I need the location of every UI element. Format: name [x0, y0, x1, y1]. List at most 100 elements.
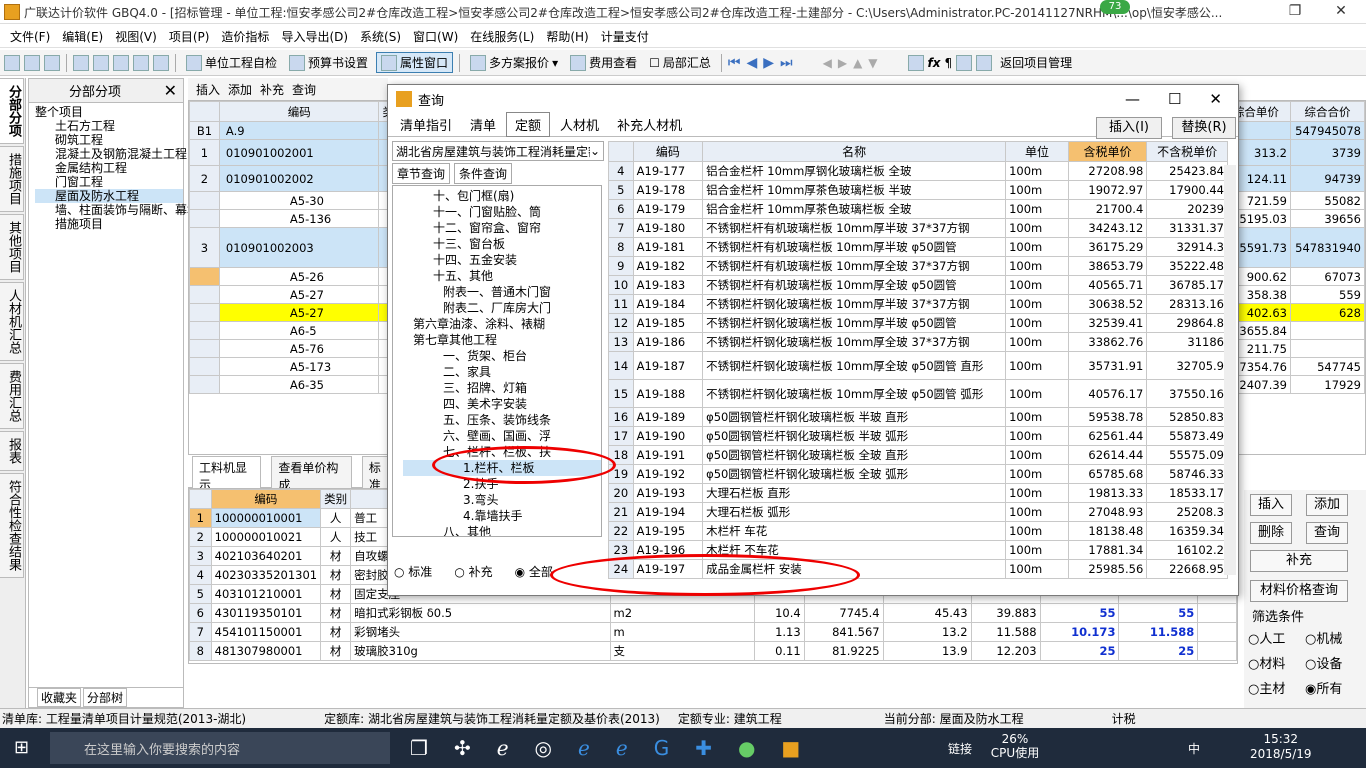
nav-arrows-icon[interactable]: ⏮◀▶⏭	[728, 55, 799, 71]
tree-item[interactable]: 措施项目	[35, 217, 183, 231]
row-name[interactable]: 大理石栏板 弧形	[702, 502, 1007, 522]
row-code[interactable]: A19-177	[632, 161, 704, 181]
tree-item[interactable]: 土石方工程	[35, 119, 183, 133]
library-select[interactable]: 湖北省房屋建筑与装饰工程消耗量定额 ⌄	[392, 141, 604, 161]
open-icon[interactable]	[24, 54, 40, 71]
favorites-tab[interactable]: 收藏夹	[37, 688, 82, 707]
chapter-tree-item[interactable]: 五、压条、装饰线条	[403, 412, 601, 428]
row-value[interactable]: 0.11	[754, 641, 805, 661]
notification-badge[interactable]: 73	[1100, 0, 1130, 14]
copy-icon[interactable]	[93, 54, 109, 71]
restore-icon[interactable]: ❐	[1272, 0, 1318, 24]
calculator-icon[interactable]	[907, 54, 924, 71]
row-name[interactable]: 大理石栏板 直形	[702, 483, 1007, 503]
row-notax-price[interactable]: 16359.34	[1146, 521, 1228, 541]
menu-item[interactable]: 造价指标	[215, 28, 275, 45]
clock[interactable]: 15:32 2018/5/19	[1250, 732, 1312, 762]
row-notax-price[interactable]: 20239	[1146, 199, 1228, 219]
row-notax-price[interactable]: 16102.2	[1146, 540, 1228, 560]
row-unit[interactable]: 100m	[1005, 445, 1069, 465]
row-notax-price[interactable]: 29864.8	[1146, 313, 1228, 333]
table-row[interactable]: 22 A19-195 木栏杆 车花 100m 18138.48 16359.34	[608, 521, 1228, 541]
chapter-tree-item[interactable]: 二、家具	[403, 364, 601, 380]
row-code[interactable]: A5-26	[218, 267, 380, 286]
row-unit[interactable]: 100m	[1005, 237, 1069, 257]
row-unit[interactable]: 支	[609, 641, 756, 661]
row-tax-price[interactable]: 40565.71	[1067, 275, 1148, 295]
row-type[interactable]: 材	[320, 603, 352, 623]
grid-scrollbar[interactable]	[1224, 165, 1236, 575]
col-type-header[interactable]: 类别	[320, 489, 352, 509]
taskbar-link[interactable]: 链接	[948, 740, 972, 757]
cube-icon[interactable]	[956, 54, 973, 71]
chapter-tree-item[interactable]: 三、招牌、灯箱	[403, 380, 601, 396]
delete-icon[interactable]	[133, 54, 149, 71]
left-tab[interactable]: 费用汇总	[0, 363, 24, 429]
table-row[interactable]: 12 A19-185 不锈钢栏杆钢化玻璃栏板 10mm厚半玻 φ50圆管 100m 32…	[608, 313, 1228, 333]
col-code-header[interactable]: 编码	[632, 141, 704, 162]
row-price[interactable]: 11.588	[1118, 622, 1199, 642]
row-tax-price[interactable]: 34243.12	[1067, 218, 1148, 238]
row-total[interactable]: 94739	[1289, 165, 1366, 192]
row-code[interactable]: A19-187	[632, 351, 704, 380]
row-tax-price[interactable]: 27048.93	[1067, 502, 1148, 522]
chapter-tree-item[interactable]: 八、其他	[403, 524, 601, 536]
tree-item[interactable]: 整个项目	[35, 105, 183, 119]
row-unit[interactable]: 100m	[1005, 540, 1069, 560]
row-code[interactable]: 010901002003	[218, 227, 380, 268]
row-code[interactable]: A19-179	[632, 199, 704, 219]
row-value[interactable]: 39.883	[970, 603, 1041, 623]
chapter-tree-item[interactable]: 第六章油漆、涂料、裱糊	[403, 316, 601, 332]
new-icon[interactable]	[4, 54, 20, 71]
table-row[interactable]: 9 A19-182 不锈钢栏杆有机玻璃栏板 10mm厚全玻 37*37方钢 100m 3…	[608, 256, 1228, 276]
table-row[interactable]: 17 A19-190 φ50圆钢管栏杆钢化玻璃栏板 半玻 弧形 100m 62561.4…	[608, 426, 1228, 446]
row-price[interactable]: 25	[1118, 641, 1199, 661]
row-code[interactable]: A19-191	[632, 445, 704, 465]
row-unit[interactable]: 100m	[1005, 332, 1069, 352]
table-row[interactable]: 18 A19-191 φ50圆钢管栏杆钢化玻璃栏板 全玻 直形 100m 62614.4…	[608, 445, 1228, 465]
row-unit[interactable]: m	[609, 622, 756, 642]
chapter-tree-item[interactable]: 第七章其他工程	[403, 332, 601, 348]
col-tax-price-header[interactable]: 含税单价	[1067, 141, 1148, 162]
row-tax-price[interactable]: 19813.33	[1067, 483, 1148, 503]
row-unit[interactable]: 100m	[1005, 407, 1069, 427]
row-code[interactable]: A5-30	[218, 191, 380, 210]
row-code[interactable]: 40230335201301	[210, 565, 322, 585]
property-window-button[interactable]: 属性窗口	[376, 52, 454, 73]
row-tax-price[interactable]: 19072.97	[1067, 180, 1148, 200]
row-tax-price[interactable]: 65785.68	[1067, 464, 1148, 484]
material-price-query-button[interactable]: 材料价格查询	[1250, 580, 1348, 602]
row-code[interactable]: A.9	[218, 121, 380, 140]
row-unit[interactable]: 100m	[1005, 351, 1069, 380]
table-row[interactable]: 8 481307980001 材玻璃胶310g 支 0.11 81.9225 13.9 12.…	[189, 641, 1237, 661]
row-total[interactable]: 55082	[1289, 191, 1366, 210]
row-notax-price[interactable]: 25423.84	[1146, 161, 1228, 181]
row-tax-price[interactable]: 33862.76	[1067, 332, 1148, 352]
row-code[interactable]: A5-76	[218, 339, 380, 358]
chapter-tree-item[interactable]: 附表二、厂库房大门	[403, 300, 601, 316]
close-icon[interactable]: ✕	[1318, 0, 1364, 24]
menu-item[interactable]: 编辑(E)	[56, 28, 109, 45]
row-code[interactable]: A19-183	[632, 275, 704, 295]
dialog-tab[interactable]: 人材机	[552, 113, 607, 136]
row-value[interactable]: 7745.4	[803, 603, 884, 623]
row-notax-price[interactable]: 37550.16	[1146, 379, 1228, 408]
filter-radio[interactable]: ○机械	[1305, 628, 1362, 647]
row-unit[interactable]: 100m	[1005, 256, 1069, 276]
row-unit[interactable]: 100m	[1005, 161, 1069, 181]
menu-item[interactable]: 计量支付	[595, 28, 655, 45]
row-notax-price[interactable]: 25208.3	[1146, 502, 1228, 522]
chapter-tree-item[interactable]: 十、包门框(扇)	[403, 188, 601, 204]
row-price[interactable]: 55	[1118, 603, 1199, 623]
table-row[interactable]: 5 A19-178 铝合金栏杆 10mm厚茶色玻璃栏板 半玻 100m 19072.97…	[608, 180, 1228, 200]
tree-item[interactable]: 屋面及防水工程	[35, 189, 183, 203]
row-unit[interactable]: 100m	[1005, 464, 1069, 484]
table-row[interactable]: 6 430119350101 材暗扣式彩钢板 δ0.5 m2 10.4 7745.4 45.…	[189, 603, 1237, 623]
row-type[interactable]: 材	[320, 546, 352, 566]
row-name[interactable]: φ50圆钢管栏杆钢化玻璃栏板 半玻 直形	[702, 407, 1007, 427]
row-total[interactable]: 67073	[1289, 267, 1366, 286]
local-summary-checkbox[interactable]: ☐ 局部汇总	[645, 53, 715, 72]
left-tab[interactable]: 人材机汇总	[0, 282, 24, 361]
query-button[interactable]: 查询	[1306, 522, 1348, 544]
book-icon[interactable]	[976, 54, 993, 71]
